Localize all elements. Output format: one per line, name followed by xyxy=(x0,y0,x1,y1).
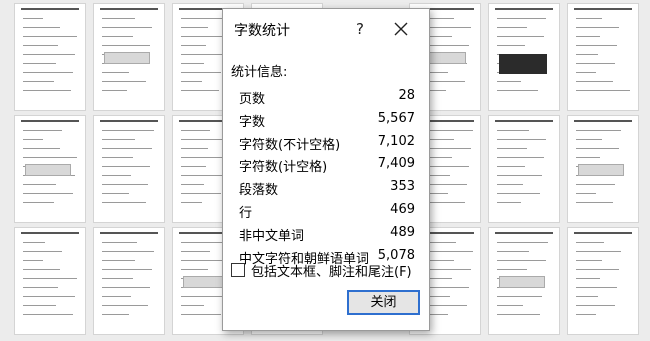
page-thumbnail xyxy=(15,228,85,334)
help-button[interactable]: ? xyxy=(348,19,372,39)
page-thumbnail xyxy=(568,228,638,334)
stat-label: 行 xyxy=(239,205,253,221)
page-thumbnail xyxy=(489,4,559,110)
include-checkbox[interactable] xyxy=(231,263,245,277)
page-thumbnail xyxy=(94,228,164,334)
include-checkbox-label[interactable]: 包括文本框、脚注和尾注(F) xyxy=(251,261,412,280)
stat-value: 469 xyxy=(390,201,415,217)
stat-value: 7,409 xyxy=(377,156,415,172)
close-icon[interactable] xyxy=(388,17,414,41)
stat-label: 段落数 xyxy=(239,183,279,199)
page-thumbnail xyxy=(94,4,164,110)
page-thumbnail xyxy=(15,4,85,110)
page-thumbnail xyxy=(489,116,559,222)
page-thumbnail xyxy=(489,228,559,334)
stat-label: 非中文单词 xyxy=(239,228,305,244)
stat-row: 字符数(不计空格) 7,102 xyxy=(239,131,415,154)
statistics-heading: 统计信息: xyxy=(231,65,288,80)
close-button[interactable]: 关闭 xyxy=(347,290,420,315)
stat-label: 页数 xyxy=(239,92,266,107)
page-thumbnail xyxy=(94,116,164,222)
stat-label: 字符数(不计空格) xyxy=(239,137,341,153)
stat-value: 5,567 xyxy=(377,110,415,126)
stat-row: 行 469 xyxy=(239,199,415,222)
stat-row: 页数 28 xyxy=(239,85,415,108)
stat-label: 字数 xyxy=(239,114,266,130)
stat-value: 7,102 xyxy=(377,133,415,149)
stat-label: 字符数(计空格) xyxy=(239,160,328,176)
word-count-dialog: 字数统计 ? 统计信息: 页数 28 字数 5,567 字符数(不计空格) 7,102… xyxy=(222,8,430,331)
stat-row: 段落数 353 xyxy=(239,176,415,199)
page-thumbnail xyxy=(568,116,638,222)
stat-value: 489 xyxy=(390,224,415,240)
dialog-titlebar: 字数统计 ? xyxy=(223,9,429,47)
stat-row: 非中文单词 489 xyxy=(239,222,415,245)
page-thumbnail xyxy=(568,4,638,110)
stat-row: 字符数(计空格) 7,409 xyxy=(239,153,415,176)
page-thumbnail xyxy=(15,116,85,222)
dialog-title: 字数统计 xyxy=(234,23,290,39)
stat-row: 字数 5,567 xyxy=(239,108,415,131)
stat-value: 353 xyxy=(390,179,415,195)
statistics-table: 页数 28 字数 5,567 字符数(不计空格) 7,102 字符数(计空格) 7,40… xyxy=(239,85,415,267)
stat-value: 28 xyxy=(398,88,415,103)
